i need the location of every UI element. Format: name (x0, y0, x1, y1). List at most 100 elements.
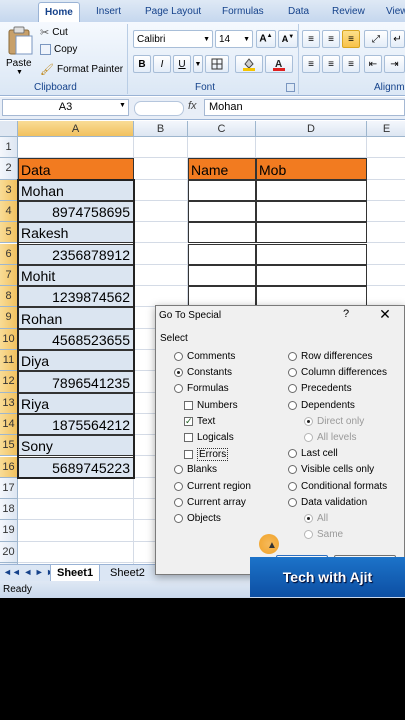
align-right-button[interactable]: ≡ (342, 55, 360, 73)
help-icon[interactable]: ? (343, 308, 349, 320)
align-top-button[interactable]: ≡ (302, 30, 320, 48)
tab-data[interactable]: Data (288, 3, 309, 21)
cell-b6[interactable] (134, 243, 188, 265)
radio-row-differences[interactable]: Row differences (288, 351, 373, 362)
cell-e4[interactable] (367, 201, 405, 223)
tab-view[interactable]: View (386, 3, 405, 21)
radio-blanks[interactable]: Blanks (174, 464, 217, 475)
cell-a11[interactable]: Diya (18, 350, 134, 372)
column-header-c[interactable]: C (188, 121, 256, 137)
cell-e5[interactable] (367, 222, 405, 244)
cell-c1[interactable] (188, 137, 256, 159)
cell-a16[interactable]: 5689745223 (18, 456, 134, 478)
cell-c7[interactable] (188, 264, 256, 287)
chevron-down-icon[interactable]: ▼ (119, 102, 126, 109)
row-header-6[interactable]: 6 (0, 243, 18, 265)
radio-precedents[interactable]: Precedents (288, 383, 352, 394)
paste-button[interactable]: Paste ▼ (4, 24, 36, 78)
row-header-16[interactable]: 16 (0, 456, 18, 478)
row-header-8[interactable]: 8 (0, 286, 18, 308)
insert-function-button[interactable]: fx (188, 100, 197, 112)
row-header-12[interactable]: 12 (0, 371, 18, 393)
cell-a17[interactable] (18, 477, 134, 500)
cell-b5[interactable] (134, 222, 188, 244)
radio-column-differences[interactable]: Column differences (288, 367, 387, 378)
radio-comments[interactable]: Comments (174, 351, 235, 362)
borders-button[interactable] (205, 55, 229, 73)
radio-current-region[interactable]: Current region (174, 481, 251, 492)
formula-bar-splitter[interactable] (134, 101, 184, 116)
sheet-tab-sheet1[interactable]: Sheet1 (50, 565, 101, 582)
cell-a3[interactable]: Mohan (18, 179, 134, 201)
tab-review[interactable]: Review (332, 3, 365, 21)
cell-b2[interactable] (134, 158, 188, 180)
cell-d6[interactable] (256, 243, 367, 265)
cell-a12[interactable]: 7896541235 (18, 371, 134, 393)
cell-e7[interactable] (367, 265, 405, 287)
align-bottom-button[interactable]: ≡ (342, 30, 360, 48)
tab-home[interactable]: Home (38, 2, 80, 23)
cell-b1[interactable] (134, 137, 188, 159)
align-middle-button[interactable]: ≡ (322, 30, 340, 48)
cell-e6[interactable] (367, 244, 405, 265)
row-header-14[interactable]: 14 (0, 413, 18, 436)
cell-a2[interactable]: Data (18, 158, 134, 180)
shrink-font-button[interactable]: A▼ (278, 30, 298, 48)
cell-a15[interactable]: Sony (18, 435, 134, 457)
cell-a4[interactable]: 8974758695 (18, 200, 134, 223)
cell-d3[interactable] (256, 179, 367, 201)
cell-a7[interactable]: Mohit (18, 264, 134, 287)
cell-b7[interactable] (134, 264, 188, 287)
cell-e1[interactable] (367, 137, 405, 159)
radio-objects[interactable]: Objects (174, 513, 221, 524)
wrap-text-button[interactable]: ↵ (390, 30, 405, 48)
cell-d1[interactable] (256, 137, 367, 159)
cell-c5[interactable] (188, 222, 256, 244)
close-icon[interactable]: ✕ (377, 306, 393, 323)
cell-e2[interactable] (367, 158, 405, 180)
radio-visible-cells-only[interactable]: Visible cells only (288, 464, 374, 475)
fill-color-button[interactable] (235, 55, 263, 73)
row-header-10[interactable]: 10 (0, 328, 18, 350)
font-name-select[interactable]: Calibri ▼ (133, 30, 213, 48)
underline-dropdown[interactable]: ▼ (193, 55, 203, 73)
cell-c2[interactable]: Name (188, 158, 256, 180)
formula-input[interactable]: Mohan (204, 99, 405, 116)
cell-a5[interactable]: Rakesh (18, 222, 134, 244)
orientation-button[interactable]: ⤢ (364, 30, 388, 48)
format-painter-button[interactable]: 🖌 Format Painter (40, 63, 123, 76)
decrease-indent-button[interactable]: ⇤ (364, 55, 382, 73)
row-header-18[interactable]: 18 (0, 499, 18, 521)
select-all-button[interactable] (0, 121, 18, 137)
row-header-9[interactable]: 9 (0, 307, 18, 329)
radio-current-array[interactable]: Current array (174, 497, 246, 508)
row-header-7[interactable]: 7 (0, 264, 18, 287)
cut-button[interactable]: ✂ Cut (40, 26, 68, 39)
font-color-button[interactable]: A (265, 55, 293, 73)
cell-c4[interactable] (188, 200, 256, 223)
checkbox-logicals[interactable]: Logicals (184, 432, 234, 443)
cell-d4[interactable] (256, 200, 367, 223)
column-header-e[interactable]: E (367, 121, 405, 137)
radio-constants[interactable]: Constants (174, 367, 232, 378)
radio-conditional-formats[interactable]: Conditional formats (288, 481, 387, 492)
row-header-19[interactable]: 19 (0, 520, 18, 542)
checkbox-numbers[interactable]: Numbers (184, 400, 238, 411)
cell-d7[interactable] (256, 264, 367, 287)
tab-file[interactable] (0, 3, 30, 21)
align-left-button[interactable]: ≡ (302, 55, 320, 73)
row-header-4[interactable]: 4 (0, 200, 18, 223)
row-header-13[interactable]: 13 (0, 392, 18, 414)
row-header-17[interactable]: 17 (0, 477, 18, 500)
row-header-3[interactable]: 3 (0, 179, 18, 201)
cell-b4[interactable] (134, 200, 188, 223)
cell-c3[interactable] (188, 179, 256, 201)
tab-formulas[interactable]: Formulas (222, 3, 264, 21)
checkbox-text[interactable]: ✓ Text (184, 416, 215, 427)
cell-d2[interactable]: Mob (256, 158, 367, 180)
cell-a18[interactable] (18, 499, 134, 521)
cell-a1[interactable] (18, 137, 134, 159)
row-header-2[interactable]: 2 (0, 158, 18, 180)
cell-c6[interactable] (188, 243, 256, 265)
align-center-button[interactable]: ≡ (322, 55, 340, 73)
